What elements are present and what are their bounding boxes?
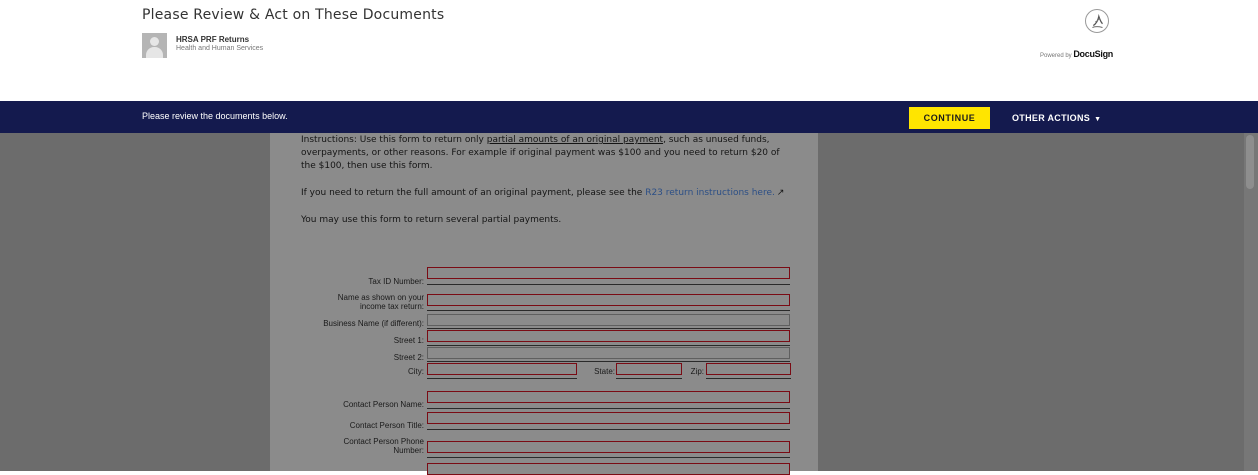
- powered-by-prefix: Powered by: [1040, 53, 1072, 59]
- sender-name: HRSA PRF Returns: [176, 35, 250, 44]
- street1-label: Street 1:: [393, 336, 424, 345]
- document-page: Instructions: Use this form to return on…: [270, 133, 818, 475]
- contact-name-label: Contact Person Name:: [343, 400, 424, 409]
- tax-id-field[interactable]: [427, 267, 790, 279]
- contact-phone-label-line2: Number:: [393, 446, 424, 455]
- contact-phone-label-line1: Contact Person Phone: [343, 437, 425, 446]
- state-label: State:: [594, 367, 615, 376]
- city-field[interactable]: [427, 363, 577, 375]
- contact-title-field[interactable]: [427, 412, 790, 424]
- contact-name-underline: [427, 408, 790, 409]
- business-name-field[interactable]: [427, 314, 790, 326]
- contact-phone-underline: [427, 457, 790, 458]
- contact-title-label: Contact Person Title:: [349, 421, 424, 430]
- avatar-body-shape: [146, 47, 163, 58]
- contact-phone-label: Contact Person Phone Number:: [344, 437, 425, 455]
- street2-field[interactable]: [427, 347, 790, 359]
- tax-name-underline: [427, 310, 790, 311]
- street2-underline: [427, 361, 790, 362]
- tax-name-label-line1: Name as shown on your: [337, 293, 424, 302]
- sender-avatar: [142, 33, 167, 58]
- powered-by-docusign: Powered by DocuSign: [1040, 49, 1113, 59]
- instructions-text: Instructions: Use this form to return on…: [301, 134, 791, 173]
- page-header: Please Review & Act on These Documents H…: [0, 0, 1258, 101]
- other-actions-label: OTHER ACTIONS: [1012, 113, 1091, 123]
- zip-label: Zip:: [690, 367, 704, 376]
- hhs-logo-icon: [1085, 9, 1109, 33]
- instructions-lead: Instructions: Use this form to return on…: [301, 135, 487, 145]
- caret-down-icon: ▼: [1094, 116, 1102, 123]
- business-name-underline: [427, 328, 790, 329]
- zip-field[interactable]: [706, 363, 791, 375]
- docusign-brand: DocuSign: [1073, 49, 1113, 59]
- full-return-text: If you need to return the full amount of…: [301, 187, 791, 200]
- action-bar-message: Please review the documents below.: [142, 111, 288, 121]
- contact-phone-field[interactable]: [427, 441, 790, 453]
- city-underline: [427, 378, 577, 379]
- several-payments-text: You may use this form to return several …: [301, 215, 562, 225]
- state-underline: [616, 378, 682, 379]
- instructions-underlined: partial amounts of an original payment: [486, 135, 664, 145]
- full-return-lead: If you need to return the full amount of…: [301, 188, 646, 198]
- tax-name-label-line2: income tax return:: [359, 302, 424, 311]
- continue-button[interactable]: CONTINUE: [909, 107, 990, 129]
- tax-name-field[interactable]: [427, 294, 790, 306]
- zip-underline: [706, 378, 791, 379]
- r23-instructions-link[interactable]: R23 return instructions here.: [645, 188, 775, 198]
- document-scrollbar[interactable]: [1244, 133, 1258, 471]
- city-label: City:: [408, 367, 424, 376]
- next-field-partial[interactable]: [427, 463, 790, 475]
- scrollbar-thumb[interactable]: [1246, 135, 1254, 189]
- sender-organization: Health and Human Services: [176, 45, 264, 52]
- street1-underline: [427, 345, 790, 346]
- external-link-icon[interactable]: ↗: [777, 187, 785, 200]
- street2-label: Street 2:: [393, 353, 424, 362]
- avatar-head-shape: [150, 37, 159, 46]
- action-bar: Please review the documents below. CONTI…: [0, 101, 1258, 133]
- business-name-label: Business Name (if different):: [323, 319, 424, 328]
- state-field[interactable]: [616, 363, 682, 375]
- page-title: Please Review & Act on These Documents: [142, 7, 445, 23]
- tax-id-label: Tax ID Number:: [368, 277, 424, 286]
- street1-field[interactable]: [427, 330, 790, 342]
- contact-name-field[interactable]: [427, 391, 790, 403]
- other-actions-menu[interactable]: OTHER ACTIONS ▼: [1012, 107, 1101, 129]
- tax-name-label: Name as shown on your income tax return:: [338, 293, 424, 311]
- contact-title-underline: [427, 429, 790, 430]
- tax-id-underline: [427, 284, 790, 285]
